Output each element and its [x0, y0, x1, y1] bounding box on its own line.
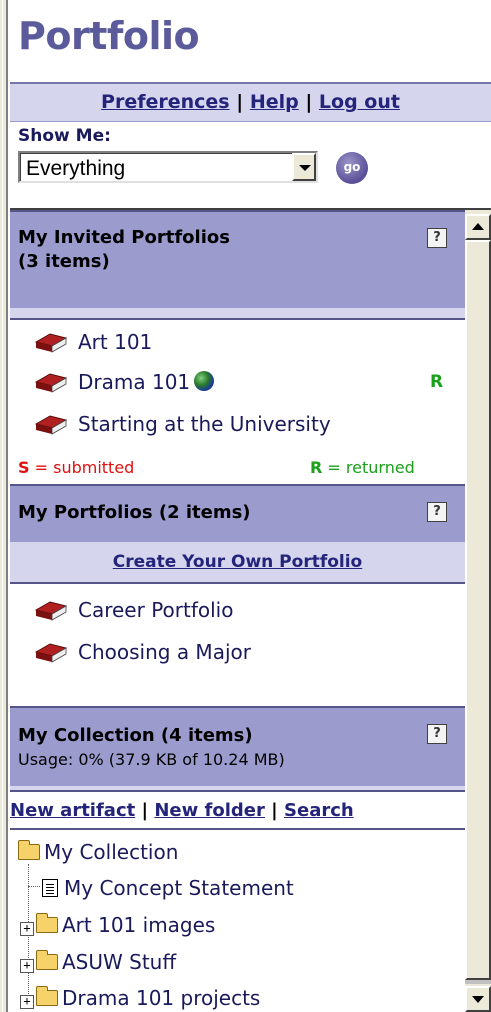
new-folder-link[interactable]: New folder: [154, 800, 265, 821]
logout-link[interactable]: Log out: [319, 91, 400, 113]
preferences-link[interactable]: Preferences: [101, 91, 230, 113]
tree-item[interactable]: + Drama 101 projects: [20, 986, 260, 1010]
submitted-legend-key: S: [18, 458, 30, 477]
search-link[interactable]: Search: [284, 800, 354, 821]
portfolio-link[interactable]: Career Portfolio: [78, 598, 233, 622]
collection-separator-bar: [10, 786, 465, 792]
document-icon: [42, 879, 58, 897]
book-icon: [34, 601, 68, 621]
tree-item-label: My Concept Statement: [64, 876, 294, 900]
folder-icon: [36, 913, 58, 933]
new-artifact-link[interactable]: New artifact: [10, 800, 135, 821]
tree-item[interactable]: + Art 101 images: [20, 913, 215, 937]
link-separator: |: [141, 800, 149, 821]
vertical-scrollbar[interactable]: [465, 210, 491, 1012]
portfolio-link[interactable]: Starting at the University: [78, 412, 331, 436]
collection-actions: New artifact | New folder | Search: [10, 800, 465, 821]
help-icon[interactable]: ?: [427, 502, 447, 522]
tree-root[interactable]: My Collection: [18, 840, 178, 864]
expand-icon[interactable]: +: [20, 922, 34, 936]
invited-portfolios-count: (3 items): [18, 251, 110, 272]
portfolio-link[interactable]: Choosing a Major: [78, 640, 251, 664]
submitted-legend: S = submitted: [18, 458, 134, 477]
scroll-up-icon[interactable]: [465, 214, 491, 240]
my-collection-title: My Collection (4 items): [18, 725, 253, 746]
link-separator: |: [271, 800, 278, 821]
expand-icon[interactable]: +: [20, 995, 34, 1009]
window-left-border: [0, 0, 8, 1012]
returned-legend: R = returned: [310, 458, 415, 477]
folder-icon: [18, 840, 40, 860]
my-portfolios-title: My Portfolios (2 items): [18, 502, 251, 523]
portfolio-link[interactable]: Drama 101: [78, 370, 215, 394]
portfolio-link[interactable]: Art 101: [78, 330, 152, 354]
help-icon[interactable]: ?: [427, 228, 447, 248]
folder-icon: [36, 950, 58, 970]
book-icon: [34, 333, 68, 353]
portfolio-frame: Portfolio Preferences | Help | Log out S…: [10, 0, 491, 1012]
tree-item-label: ASUW Stuff: [62, 950, 177, 974]
returned-legend-text: = returned: [327, 458, 415, 477]
create-portfolio-link[interactable]: Create Your Own Portfolio: [10, 552, 465, 572]
chevron-down-icon[interactable]: [292, 153, 316, 181]
show-me-select[interactable]: Everything: [18, 151, 318, 183]
tree-item[interactable]: + ASUW Stuff: [20, 950, 176, 974]
portfolio-list-panel: My Invited Portfolios (3 items) ? Art 10…: [10, 210, 465, 1012]
portfolio-link-label: Drama 101: [78, 370, 191, 394]
tree-root-label: My Collection: [44, 840, 179, 864]
invited-portfolios-header: My Invited Portfolios (3 items) ?: [10, 210, 465, 308]
go-button[interactable]: go: [336, 152, 368, 184]
invited-portfolios-title: My Invited Portfolios: [18, 227, 230, 248]
divider: [10, 828, 465, 830]
returned-legend-key: R: [310, 458, 323, 477]
help-link[interactable]: Help: [250, 91, 299, 113]
submitted-legend-text: = submitted: [34, 458, 135, 477]
globe-icon: [194, 371, 215, 391]
tree-connector: [28, 886, 40, 887]
top-navigation: Preferences | Help | Log out: [10, 82, 491, 122]
tree-item-label: Art 101 images: [62, 913, 216, 937]
nav-separator: |: [236, 91, 244, 113]
scrollbar-thumb[interactable]: [465, 240, 491, 980]
app-title: Portfolio: [18, 14, 200, 58]
returned-status-badge: R: [430, 372, 444, 392]
my-collection-header: My Collection (4 items) Usage: 0% (37.9 …: [10, 706, 465, 786]
folder-icon: [36, 986, 58, 1006]
nav-separator: |: [305, 91, 313, 113]
show-me-selected-value: Everything: [26, 157, 126, 180]
expand-icon[interactable]: +: [20, 959, 34, 973]
help-icon[interactable]: ?: [427, 724, 447, 744]
tree-item[interactable]: My Concept Statement: [42, 876, 294, 900]
my-portfolios-header: My Portfolios (2 items) ?: [10, 484, 465, 542]
book-icon: [34, 373, 68, 393]
scroll-down-icon[interactable]: [465, 986, 491, 1012]
book-icon: [34, 643, 68, 663]
storage-usage: Usage: 0% (37.9 KB of 10.24 MB): [18, 750, 285, 769]
book-icon: [34, 415, 68, 435]
tree-item-label: Drama 101 projects: [62, 986, 261, 1010]
show-me-label: Show Me:: [18, 126, 111, 146]
invited-separator-bar: [10, 308, 465, 320]
header: Portfolio Preferences | Help | Log out S…: [10, 0, 491, 210]
